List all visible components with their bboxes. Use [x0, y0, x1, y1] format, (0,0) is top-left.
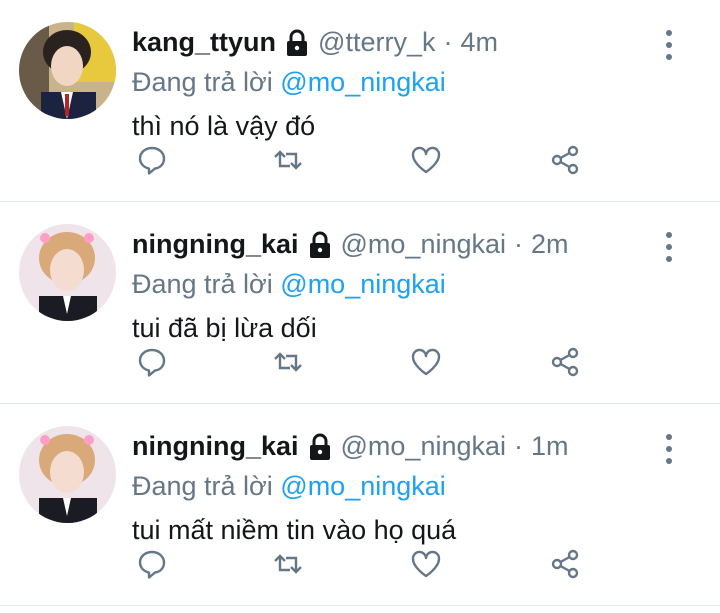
tweet[interactable]: kang_ttyun @tterry_k · 4m Đang trả lời @… [0, 0, 720, 202]
reply-context: Đang trả lời @mo_ningkai [132, 466, 660, 506]
reply-icon[interactable] [132, 544, 172, 584]
retweet-icon[interactable] [268, 544, 308, 584]
reply-prefix: Đang trả lời [132, 471, 273, 501]
avatar[interactable] [19, 22, 116, 119]
tweet-actions [132, 544, 592, 584]
timestamp[interactable]: 4m [460, 22, 498, 62]
reply-mention[interactable]: @mo_ningkai [280, 67, 446, 97]
retweet-icon[interactable] [268, 342, 308, 382]
tweet[interactable]: ningning_kai @mo_ningkai · 2m Đang trả l… [0, 202, 720, 404]
lock-icon [307, 432, 333, 460]
share-icon[interactable] [545, 342, 585, 382]
lock-icon [284, 28, 310, 56]
retweet-icon[interactable] [268, 140, 308, 180]
tweet-actions [132, 342, 592, 382]
timestamp[interactable]: 1m [531, 426, 569, 466]
share-icon[interactable] [545, 544, 585, 584]
more-options-icon[interactable] [658, 232, 680, 262]
timestamp[interactable]: 2m [531, 224, 569, 264]
user-handle[interactable]: @mo_ningkai [341, 426, 507, 466]
reply-context: Đang trả lời @mo_ningkai [132, 62, 660, 102]
reply-icon[interactable] [132, 342, 172, 382]
tweet[interactable]: ningning_kai @mo_ningkai · 1m Đang trả l… [0, 404, 720, 606]
like-icon[interactable] [406, 342, 446, 382]
user-handle[interactable]: @mo_ningkai [341, 224, 507, 264]
display-name[interactable]: ningning_kai [132, 426, 299, 466]
like-icon[interactable] [406, 544, 446, 584]
avatar[interactable] [19, 224, 116, 321]
reply-mention[interactable]: @mo_ningkai [280, 269, 446, 299]
like-icon[interactable] [406, 140, 446, 180]
more-options-icon[interactable] [658, 30, 680, 60]
reply-icon[interactable] [132, 140, 172, 180]
reply-prefix: Đang trả lời [132, 67, 273, 97]
avatar[interactable] [19, 426, 116, 523]
lock-icon [307, 230, 333, 258]
reply-mention[interactable]: @mo_ningkai [280, 471, 446, 501]
reply-prefix: Đang trả lời [132, 269, 273, 299]
user-handle[interactable]: @tterry_k [318, 22, 435, 62]
separator: · [514, 229, 524, 259]
display-name[interactable]: kang_ttyun [132, 22, 276, 62]
separator: · [443, 27, 453, 57]
display-name[interactable]: ningning_kai [132, 224, 299, 264]
more-options-icon[interactable] [658, 434, 680, 464]
tweet-actions [132, 140, 592, 180]
separator: · [514, 431, 524, 461]
reply-context: Đang trả lời @mo_ningkai [132, 264, 660, 304]
share-icon[interactable] [545, 140, 585, 180]
